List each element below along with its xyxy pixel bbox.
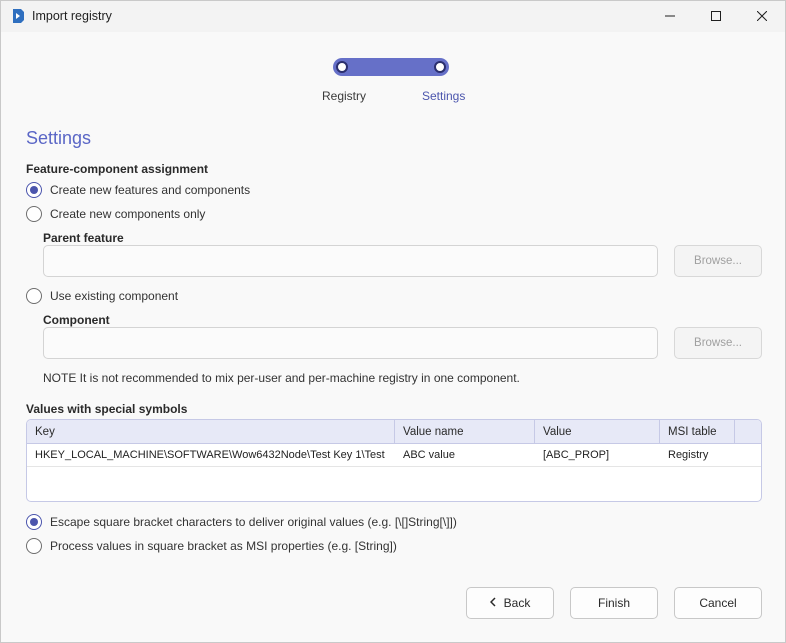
radio-button-checked[interactable]: [26, 514, 42, 530]
maximize-icon: [711, 10, 721, 24]
mixing-note: NOTE It is not recommended to mix per-us…: [43, 371, 520, 385]
step-label-settings[interactable]: Settings: [422, 89, 465, 103]
column-header-key[interactable]: Key: [27, 420, 395, 444]
step-dot-registry[interactable]: [336, 61, 348, 73]
assignment-group-label: Feature-component assignment: [26, 162, 209, 176]
radio-button[interactable]: [26, 288, 42, 304]
window-title: Import registry: [32, 9, 112, 23]
back-button-label: Back: [503, 596, 531, 610]
close-button[interactable]: [739, 1, 785, 32]
column-header-value[interactable]: Value: [535, 420, 660, 444]
minimize-icon: [665, 10, 675, 24]
radio-create-components-only[interactable]: Create new components only: [26, 206, 205, 222]
table-cell-key: HKEY_LOCAL_MACHINE\SOFTWARE\Wow6432Node\…: [35, 449, 385, 461]
component-browse-button[interactable]: Browse...: [674, 327, 762, 359]
maximize-button[interactable]: [693, 1, 739, 32]
radio-process-msi-properties[interactable]: Process values in square bracket as MSI …: [26, 538, 397, 554]
column-header-value-name[interactable]: Value name: [395, 420, 535, 444]
radio-label: Escape square bracket characters to deli…: [50, 515, 457, 529]
table-cell-value: [ABC_PROP]: [543, 449, 610, 461]
radio-button[interactable]: [26, 206, 42, 222]
back-button[interactable]: Back: [466, 587, 554, 619]
special-values-label: Values with special symbols: [26, 402, 188, 416]
finish-button[interactable]: Finish: [570, 587, 658, 619]
radio-label: Create new features and components: [50, 183, 251, 197]
component-input[interactable]: [43, 327, 658, 359]
radio-create-features-components[interactable]: Create new features and components: [26, 182, 250, 198]
wizard-stepper: [333, 58, 449, 76]
parent-feature-browse-button[interactable]: Browse...: [674, 245, 762, 277]
radio-escape-brackets[interactable]: Escape square bracket characters to deli…: [26, 514, 457, 530]
column-header-msi-table[interactable]: MSI table: [660, 420, 735, 444]
import-registry-dialog: Import registry Registry Settings Settin…: [0, 0, 786, 643]
step-dot-settings[interactable]: [434, 61, 446, 73]
parent-feature-input[interactable]: [43, 245, 658, 277]
title-bar: Import registry: [1, 1, 785, 32]
table-cell-msi-table: Registry: [668, 449, 709, 461]
radio-use-existing-component[interactable]: Use existing component: [26, 288, 178, 304]
step-label-registry[interactable]: Registry: [322, 89, 366, 103]
component-label: Component: [43, 313, 110, 327]
table-header: Key Value name Value MSI table: [27, 420, 761, 444]
parent-feature-label: Parent feature: [43, 231, 124, 245]
radio-label: Use existing component: [50, 289, 179, 303]
cancel-button[interactable]: Cancel: [674, 587, 762, 619]
minimize-button[interactable]: [647, 1, 693, 32]
radio-button[interactable]: [26, 538, 42, 554]
app-logo-icon: [10, 8, 26, 24]
close-icon: [756, 10, 768, 24]
special-values-table[interactable]: Key Value name Value MSI table HKEY_LOCA…: [26, 419, 762, 502]
table-row[interactable]: HKEY_LOCAL_MACHINE\SOFTWARE\Wow6432Node\…: [27, 444, 761, 467]
radio-label: Process values in square bracket as MSI …: [50, 539, 397, 553]
page-title: Settings: [26, 128, 92, 148]
table-cell-value-name: ABC value: [403, 449, 455, 461]
radio-label: Create new components only: [50, 207, 206, 221]
chevron-left-icon: [489, 596, 496, 610]
radio-button-checked[interactable]: [26, 182, 42, 198]
